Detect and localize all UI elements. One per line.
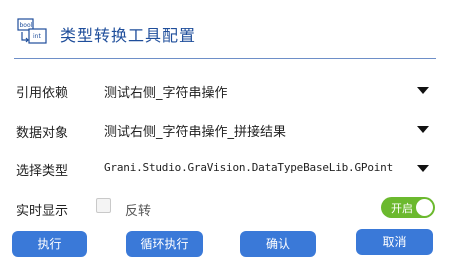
select-type-select[interactable]: Grani.Studio.GraVision.DataTypeBaseLib.G… — [100, 156, 433, 180]
loop-execute-button[interactable]: 循环执行 — [126, 231, 203, 257]
realtime-display-label: 实时显示 — [16, 204, 69, 219]
header-divider — [14, 58, 436, 59]
data-object-select[interactable]: 测试右侧_字符串操作_拼接结果 — [100, 117, 433, 141]
icon-text-int: int — [33, 33, 41, 40]
dropdown-caret-icon — [417, 87, 429, 94]
dialog-title: 类型转换工具配置 — [60, 26, 197, 45]
icon-text-bool: bool — [20, 22, 33, 29]
select-type-value: Grani.Studio.GraVision.DataTypeBaseLib.G… — [104, 161, 394, 174]
cancel-button[interactable]: 取消 — [356, 229, 433, 255]
dialog-header: bool int 类型转换工具配置 — [0, 0, 454, 56]
data-object-label: 数据对象 — [16, 126, 69, 141]
reference-dependency-label: 引用依赖 — [16, 86, 69, 101]
reverse-checkbox-label[interactable]: 反转 — [125, 200, 151, 219]
data-object-value: 测试右侧_字符串操作_拼接结果 — [104, 125, 287, 140]
reverse-checkbox[interactable] — [96, 198, 111, 213]
dropdown-caret-icon — [417, 165, 429, 172]
toggle-label: 开启 — [391, 202, 413, 215]
dropdown-caret-icon — [417, 126, 429, 133]
select-type-label: 选择类型 — [16, 164, 69, 179]
type-convert-icon: bool int — [17, 18, 47, 44]
toggle-knob — [416, 199, 433, 216]
realtime-toggle[interactable]: 开启 — [381, 197, 435, 218]
confirm-button[interactable]: 确认 — [240, 231, 316, 257]
reference-dependency-value: 测试右侧_字符串操作 — [104, 86, 228, 101]
reference-dependency-select[interactable]: 测试右侧_字符串操作 — [100, 78, 433, 102]
execute-button[interactable]: 执行 — [12, 231, 87, 257]
